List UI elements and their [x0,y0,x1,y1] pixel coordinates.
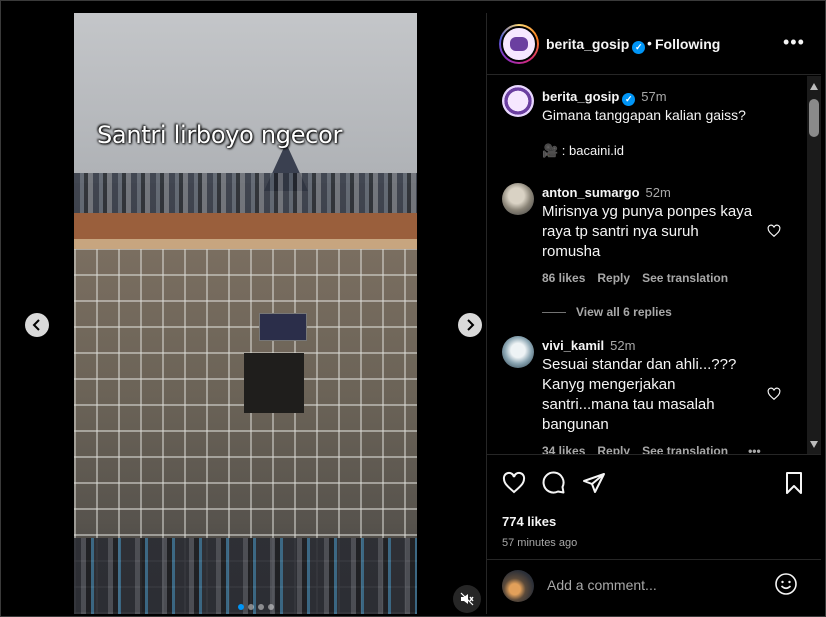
scroll-down-icon[interactable] [810,441,818,448]
slide-dot[interactable] [258,604,264,610]
slide-indicator [238,604,274,610]
chevron-right-icon [467,319,475,331]
comment-meta: 34 likes Reply See translation ••• [542,444,761,454]
comment-likes[interactable]: 34 likes [542,444,585,454]
header-username-text: berita_gosip [546,36,630,52]
comment-icon[interactable] [542,471,566,495]
comment-username-text: anton_sumargo [542,185,640,200]
comment-username[interactable]: anton_sumargo 52m [542,185,671,200]
comment-time: 52m [610,338,636,353]
comment-input[interactable] [547,570,767,600]
verified-icon: ✓ [632,41,646,54]
more-icon[interactable]: ••• [783,32,805,53]
avatar[interactable] [502,336,534,368]
mute-icon [460,592,474,606]
video-ground-crowd [74,538,417,614]
post-time: 57 minutes ago [502,537,578,549]
post-modal: Santri lirboyo ngecor berita_gosip ✓ • Fo… [0,0,826,617]
avatar [502,570,534,602]
video-crowd [74,173,417,217]
video-player[interactable] [74,13,417,614]
comment-text: Mirisnya yg punya ponpes kaya raya tp sa… [542,203,753,260]
avatar[interactable] [502,85,534,117]
post-sidebar: berita_gosip ✓ • Following ••• berita_gos… [486,13,821,614]
caption-username[interactable]: berita_gosip ✓ 57m [542,89,667,106]
bookmark-icon[interactable] [782,471,806,495]
caption-username-text: berita_gosip [542,89,620,104]
header-username[interactable]: berita_gosip ✓ [546,36,646,54]
see-translation-button[interactable]: See translation [642,444,728,454]
avatar[interactable] [499,24,539,64]
post-header: berita_gosip ✓ • Following ••• [487,13,821,75]
video-doorway [244,353,304,413]
see-translation-button[interactable]: See translation [642,271,728,285]
avatar-image [501,26,537,62]
emoji-icon[interactable] [774,572,798,596]
add-comment-bar [487,559,821,614]
share-icon[interactable] [582,471,606,495]
next-button[interactable] [458,313,482,337]
slide-dot[interactable] [268,604,274,610]
following-button[interactable]: Following [655,36,720,52]
action-bar: 774 likes 57 minutes ago [487,454,821,574]
caption-credit: 🎥 : bacaini.id [542,143,624,158]
heart-icon[interactable] [767,224,781,238]
comment-text: Sesuai standar dan ahli...??? Kanyg meng… [542,356,737,433]
comments-scrollbar[interactable] [807,76,821,454]
slide-dot[interactable] [248,604,254,610]
video-sky [74,13,417,183]
header-separator: • [647,35,652,51]
comment-time: 52m [645,185,671,200]
comment-username-text: vivi_kamil [542,338,605,353]
reply-button[interactable]: Reply [597,444,630,454]
video-caption: Santri lirboyo ngecor [97,121,343,149]
comment-meta: 86 likes Reply See translation [542,271,728,285]
previous-button[interactable] [25,313,49,337]
scroll-up-icon[interactable] [810,83,818,90]
heart-icon[interactable] [767,387,781,401]
media-panel: Santri lirboyo ngecor [9,13,486,614]
heart-icon[interactable] [502,471,526,495]
mute-button[interactable] [453,585,481,613]
video-banner [259,313,307,341]
caption-text: Gimana tanggapan kalian gaiss? [542,107,746,123]
comments-list[interactable]: berita_gosip ✓ 57m Gimana tanggapan kalian… [487,76,809,454]
caption-time: 57m [641,89,667,104]
comment-username[interactable]: vivi_kamil 52m [542,338,635,353]
slide-dot[interactable] [238,604,244,610]
chevron-left-icon [32,319,40,331]
reply-button[interactable]: Reply [597,271,630,285]
avatar[interactable] [502,183,534,215]
view-replies-button[interactable]: View all 6 replies [542,305,672,319]
comment-more-icon[interactable]: ••• [748,444,761,454]
comment-likes[interactable]: 86 likes [542,271,585,285]
likes-count[interactable]: 774 likes [502,514,556,529]
scroll-thumb[interactable] [809,99,819,137]
